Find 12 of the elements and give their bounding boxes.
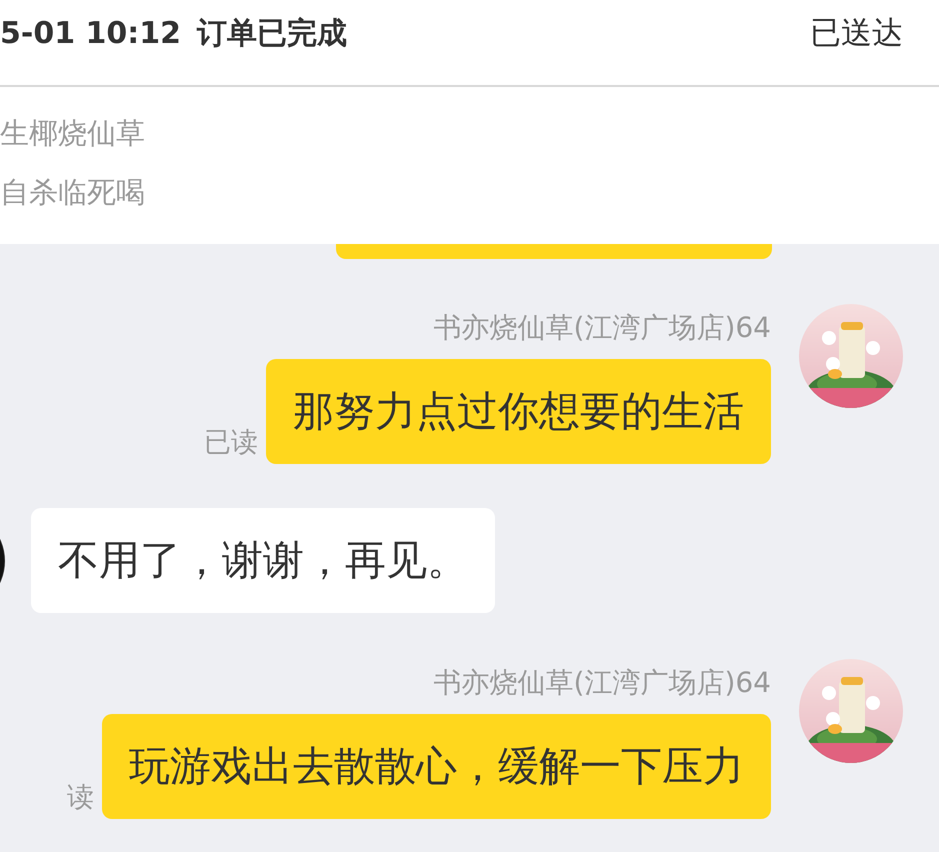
message-bubble: 玩游戏出去散散心，缓解一下压力: [102, 714, 771, 819]
read-status: 读: [67, 781, 94, 815]
order-item: 生椰烧仙草: [0, 115, 145, 152]
sender-name: 书亦烧仙草(江湾广场店)64: [434, 665, 771, 701]
order-time: 5-01 10:12: [0, 16, 182, 50]
delivery-status: 已送达: [810, 14, 903, 53]
message-bubble: 那努力点过你想要的生活: [266, 359, 771, 464]
order-item: 自杀临死喝: [0, 174, 145, 211]
order-status: 订单已完成: [197, 14, 348, 52]
sender-name: 书亦烧仙草(江湾广场店)64: [434, 310, 771, 346]
message-bubble: 不用了，谢谢，再见。: [31, 508, 495, 613]
read-status: 已读: [204, 426, 258, 460]
